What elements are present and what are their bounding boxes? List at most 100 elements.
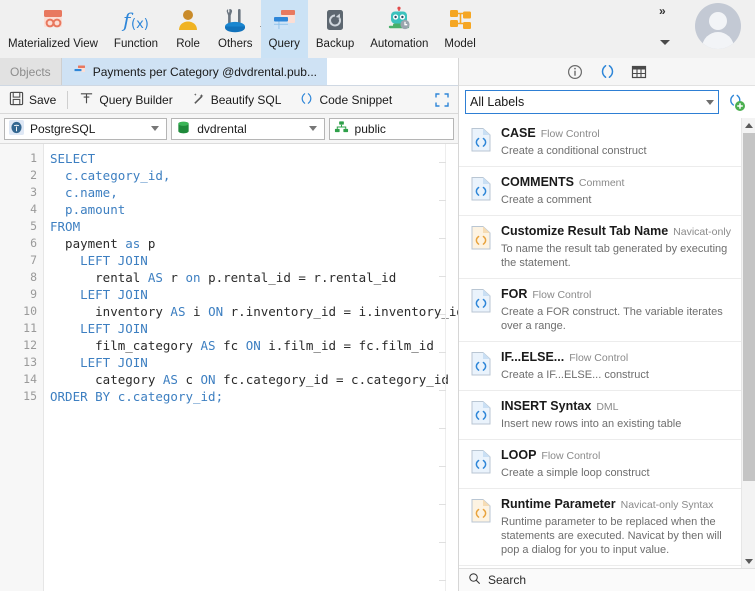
snippet-text: CASE Flow Control Create a conditional con… [501,125,731,158]
snippet-list-item[interactable]: INSERT Syntax DML Insert new rows into an … [459,391,741,440]
snippet-list-item[interactable]: LOOP Flow Control Create a simple loop con… [459,440,741,489]
code-token: LEFT JOIN [50,321,148,336]
ribbon-item-model[interactable]: Model [436,0,483,58]
line-number: 11 [23,321,37,335]
snippet-list-scrollbar[interactable] [741,118,755,568]
snippet-description: Create a FOR construct. The variable ite… [501,306,723,332]
ribbon-overflow-button[interactable]: » [659,4,666,18]
snippet-description: Create a IF...ELSE... construct [501,369,649,381]
snippet-description: Create a simple loop construct [501,467,650,479]
scrollbar-thumb[interactable] [743,133,755,481]
code-token: p.amount [50,202,126,217]
snippet-text: LOOP Flow Control Create a simple loop con… [501,447,731,480]
line-number: 14 [23,372,37,386]
backup-icon [321,5,349,35]
ribbon-item-materialized-view[interactable]: Materialized View [0,0,106,58]
ribbon-label: Query [268,38,300,50]
ribbon-item-backup[interactable]: Backup [308,0,362,58]
snippet-list[interactable]: CASE Flow Control Create a conditional con… [459,118,741,568]
snippet-name: FOR [501,287,528,301]
automation-icon [384,5,414,35]
user-avatar-icon[interactable] [695,3,741,49]
code-token: ON [200,372,216,387]
snippet-category: Flow Control [532,289,592,301]
chevron-down-icon[interactable] [706,99,714,105]
rule-tick [439,390,446,391]
code-token: fc [215,338,246,353]
code-token: AS [147,270,163,285]
materialized-view-icon [39,5,67,35]
database-icon [176,120,191,138]
result-grid-icon[interactable] [630,63,648,81]
code-line: p.amount [50,201,458,218]
snippet-file-icon [470,127,492,153]
ribbon-label: Role [176,38,200,50]
code-snippet-icon[interactable] [598,63,616,81]
snippet-list-item[interactable]: CASE Flow Control Create a conditional con… [459,118,741,167]
ribbon-label: Materialized View [8,38,98,50]
action-separator [67,90,69,109]
line-number: 5 [30,219,37,233]
scroll-up-button[interactable] [742,118,755,132]
ribbon-label: Backup [315,38,355,50]
snippet-text: COMMENTS Comment Create a comment [501,174,731,207]
rule-tick [439,428,446,429]
code-token: LEFT JOIN [50,253,148,268]
rule-tick [439,238,446,239]
snippet-description: Runtime parameter to be replaced when th… [501,516,722,556]
code-snippet-panel: All Labels CASE Flow Control Create a cond… [458,58,755,591]
model-icon [446,5,474,35]
snippet-list-item[interactable]: Customize Result Tab Name Navicat-only Sy… [459,216,741,279]
snippet-category: Comment [578,177,625,189]
tab-query-payments-per-category[interactable]: Payments per Category @dvdrental.pub... [61,58,327,85]
sql-editor[interactable]: 1 2 3 4 5 6 7 8 9 10 11 12 13 14 15 SELECT c.category_… [0,144,458,591]
add-snippet-icon[interactable] [725,91,747,113]
code-token: ON [245,338,261,353]
expand-fullscreen-icon[interactable] [434,92,450,108]
label-filter-value: All Labels [470,95,525,109]
snippet-title-row: Customize Result Tab Name Navicat-only Sy… [501,223,731,240]
snippet-name: IF...ELSE... [501,350,565,364]
server-selector[interactable]: PostgreSQL [4,117,168,140]
code-token: AS [162,372,178,387]
snippet-list-item[interactable]: Runtime Parameter Navicat-only Syntax Runt… [459,489,741,566]
snippet-name: LOOP [501,448,537,462]
snippet-list-item[interactable]: IF...ELSE... Flow Control Create a IF...EL… [459,342,741,391]
scroll-down-button[interactable] [742,554,755,568]
ribbon-item-role[interactable]: Role [166,0,210,58]
save-button[interactable]: Save [0,86,65,114]
snippet-title-row: COMMENTS Comment [501,174,731,191]
snippet-file-icon [470,498,492,524]
snippet-file-icon [470,400,492,426]
info-icon[interactable] [566,63,584,81]
rule-tick [439,314,446,315]
query-builder-button[interactable]: Query Builder [70,86,181,114]
chevron-down-icon[interactable] [308,126,317,131]
beautify-sql-button[interactable]: Beautify SQL [182,86,291,114]
label-filter-dropdown[interactable]: All Labels [465,90,719,114]
line-number: 8 [30,270,37,284]
line-number: 7 [30,253,37,267]
code-snippet-button[interactable]: Code Snippet [290,86,401,114]
code-line: SELECT [50,150,458,167]
ribbon-item-automation[interactable]: Automation [362,0,436,58]
snippet-list-item[interactable]: COMMENTS Comment Create a comment [459,167,741,216]
ribbon-item-query[interactable]: Query [260,0,308,58]
snippet-search-bar[interactable]: Search [459,568,755,591]
snippet-text: IF...ELSE... Flow Control Create a IF...EL… [501,349,731,382]
rule-tick [439,466,446,467]
snippet-title-row: FOR Flow Control [501,286,731,303]
code-line: LEFT JOIN [50,320,458,337]
sql-code-area[interactable]: SELECT c.category_id, c.name, p.amount FR… [50,144,458,591]
code-token: SELECT [50,151,96,166]
database-selector[interactable]: dvdrental [171,117,325,140]
ribbon-collapse-icon[interactable] [660,40,670,45]
ribbon-item-function[interactable]: f (x) Function [106,0,166,58]
snippet-search-input[interactable]: Search [488,573,526,587]
ribbon-item-others[interactable]: Others [210,0,268,58]
chevron-down-icon[interactable] [151,126,160,131]
role-icon [174,5,202,35]
schema-selector[interactable]: public [328,117,454,140]
tab-objects[interactable]: Objects [0,58,62,85]
snippet-list-item[interactable]: FOR Flow Control Create a FOR construct. T… [459,279,741,342]
